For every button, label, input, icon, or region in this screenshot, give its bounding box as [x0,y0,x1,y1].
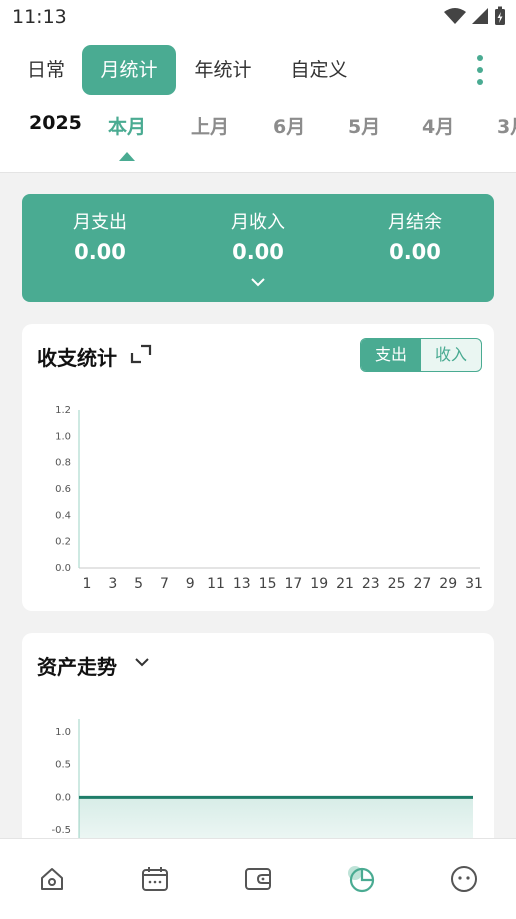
tab-daily[interactable]: 日常 [16,45,76,95]
smiley-icon [451,866,477,892]
month-selector: 2025 本月 上月 6月 5月 4月 3月 [0,112,516,148]
income-summary: 月收入 0.00 [193,208,323,264]
calendar-icon [142,867,168,891]
tab-yearly[interactable]: 年统计 [180,45,266,95]
x-tick-label: 25 [388,576,406,592]
more-menu-button[interactable] [466,54,494,86]
expense-label: 月支出 [73,212,127,233]
pie-chart-icon [348,866,375,893]
balance-summary: 月结余 0.00 [350,208,480,264]
tab-custom[interactable]: 自定义 [276,45,362,95]
month-current[interactable]: 本月 [108,112,146,139]
tab-monthly[interactable]: 月统计 [82,45,176,95]
y-tick-label: 0.0 [55,792,71,803]
expense-summary: 月支出 0.00 [35,208,165,264]
x-tick-label: 13 [233,576,251,592]
x-tick-label: 15 [259,576,277,592]
stats-tabbar: 日常 月统计 年统计 自定义 [0,44,516,96]
status-icons [444,6,506,26]
x-tick-label: 23 [362,576,380,592]
nav-profile[interactable] [448,863,480,895]
nav-calendar[interactable] [139,863,171,895]
y-tick-label: -0.5 [51,825,71,836]
nav-wallet[interactable] [242,863,274,895]
y-tick-label: 1.0 [55,727,71,738]
month-may[interactable]: 5月 [348,112,380,139]
x-tick-label: 19 [310,576,328,592]
battery-icon [495,6,505,25]
month-march[interactable]: 3月 [497,112,516,139]
wallet-icon [245,868,271,890]
y-tick-label: 1.2 [55,405,71,416]
chevron-down-icon[interactable] [250,276,266,288]
x-tick-label: 17 [284,576,302,592]
stats-chart: 0.00.20.40.60.81.01.21 3 5 7 9 11 13 15 17 19 21 23… [55,405,483,592]
x-tick-label: 27 [413,576,431,592]
status-time: 11:13 [12,6,67,28]
expense-value: 0.00 [74,240,126,264]
x-tick-label: 21 [336,576,354,592]
bottom-navigation [0,838,516,919]
monthly-summary-card[interactable]: 月支出 0.00 月收入 0.00 月结余 0.00 [22,194,494,302]
y-tick-label: 1.0 [55,431,71,442]
x-tick-label: 5 [134,576,143,592]
income-label: 月收入 [231,212,285,233]
x-tick-label: 9 [186,576,195,592]
stats-chart-card: 收支统计 支出 收入 0.0 0.2 0.4 0.6 0.8 1.0 1.2 1 3 5 7 9 11 1… [22,324,494,611]
asset-trend-chart: 1.0 0.5 0.0 -0.5 [51,719,473,863]
x-tick-label: 7 [160,576,169,592]
x-tick-label: 11 [207,576,225,592]
year-label[interactable]: 2025 [29,112,82,134]
home-icon [41,868,63,890]
y-tick-label: 0.2 [55,537,71,548]
x-tick-label: 3 [108,576,117,592]
month-previous[interactable]: 上月 [191,112,229,139]
y-tick-label: 0.0 [55,563,71,574]
y-tick-label: 0.6 [55,484,71,495]
wifi-icon [444,8,466,24]
y-tick-label: 0.5 [55,760,71,771]
nav-home[interactable] [36,863,68,895]
month-april[interactable]: 4月 [422,112,454,139]
y-tick-label: 0.4 [55,510,71,521]
asset-trend-card: 资产走势 1.0 0.5 0.0 -0.5 [22,633,494,863]
x-tick-label: 29 [439,576,457,592]
y-tick-label: 0.8 [55,458,71,469]
month-june[interactable]: 6月 [273,112,305,139]
signal-icon [472,8,488,24]
nav-statistics[interactable] [345,863,377,895]
income-value: 0.00 [232,240,284,264]
x-tick-label: 31 [465,576,483,592]
x-tick-label: 1 [83,576,92,592]
month-selected-indicator [119,152,135,161]
balance-label: 月结余 [388,212,442,233]
balance-value: 0.00 [389,240,441,264]
